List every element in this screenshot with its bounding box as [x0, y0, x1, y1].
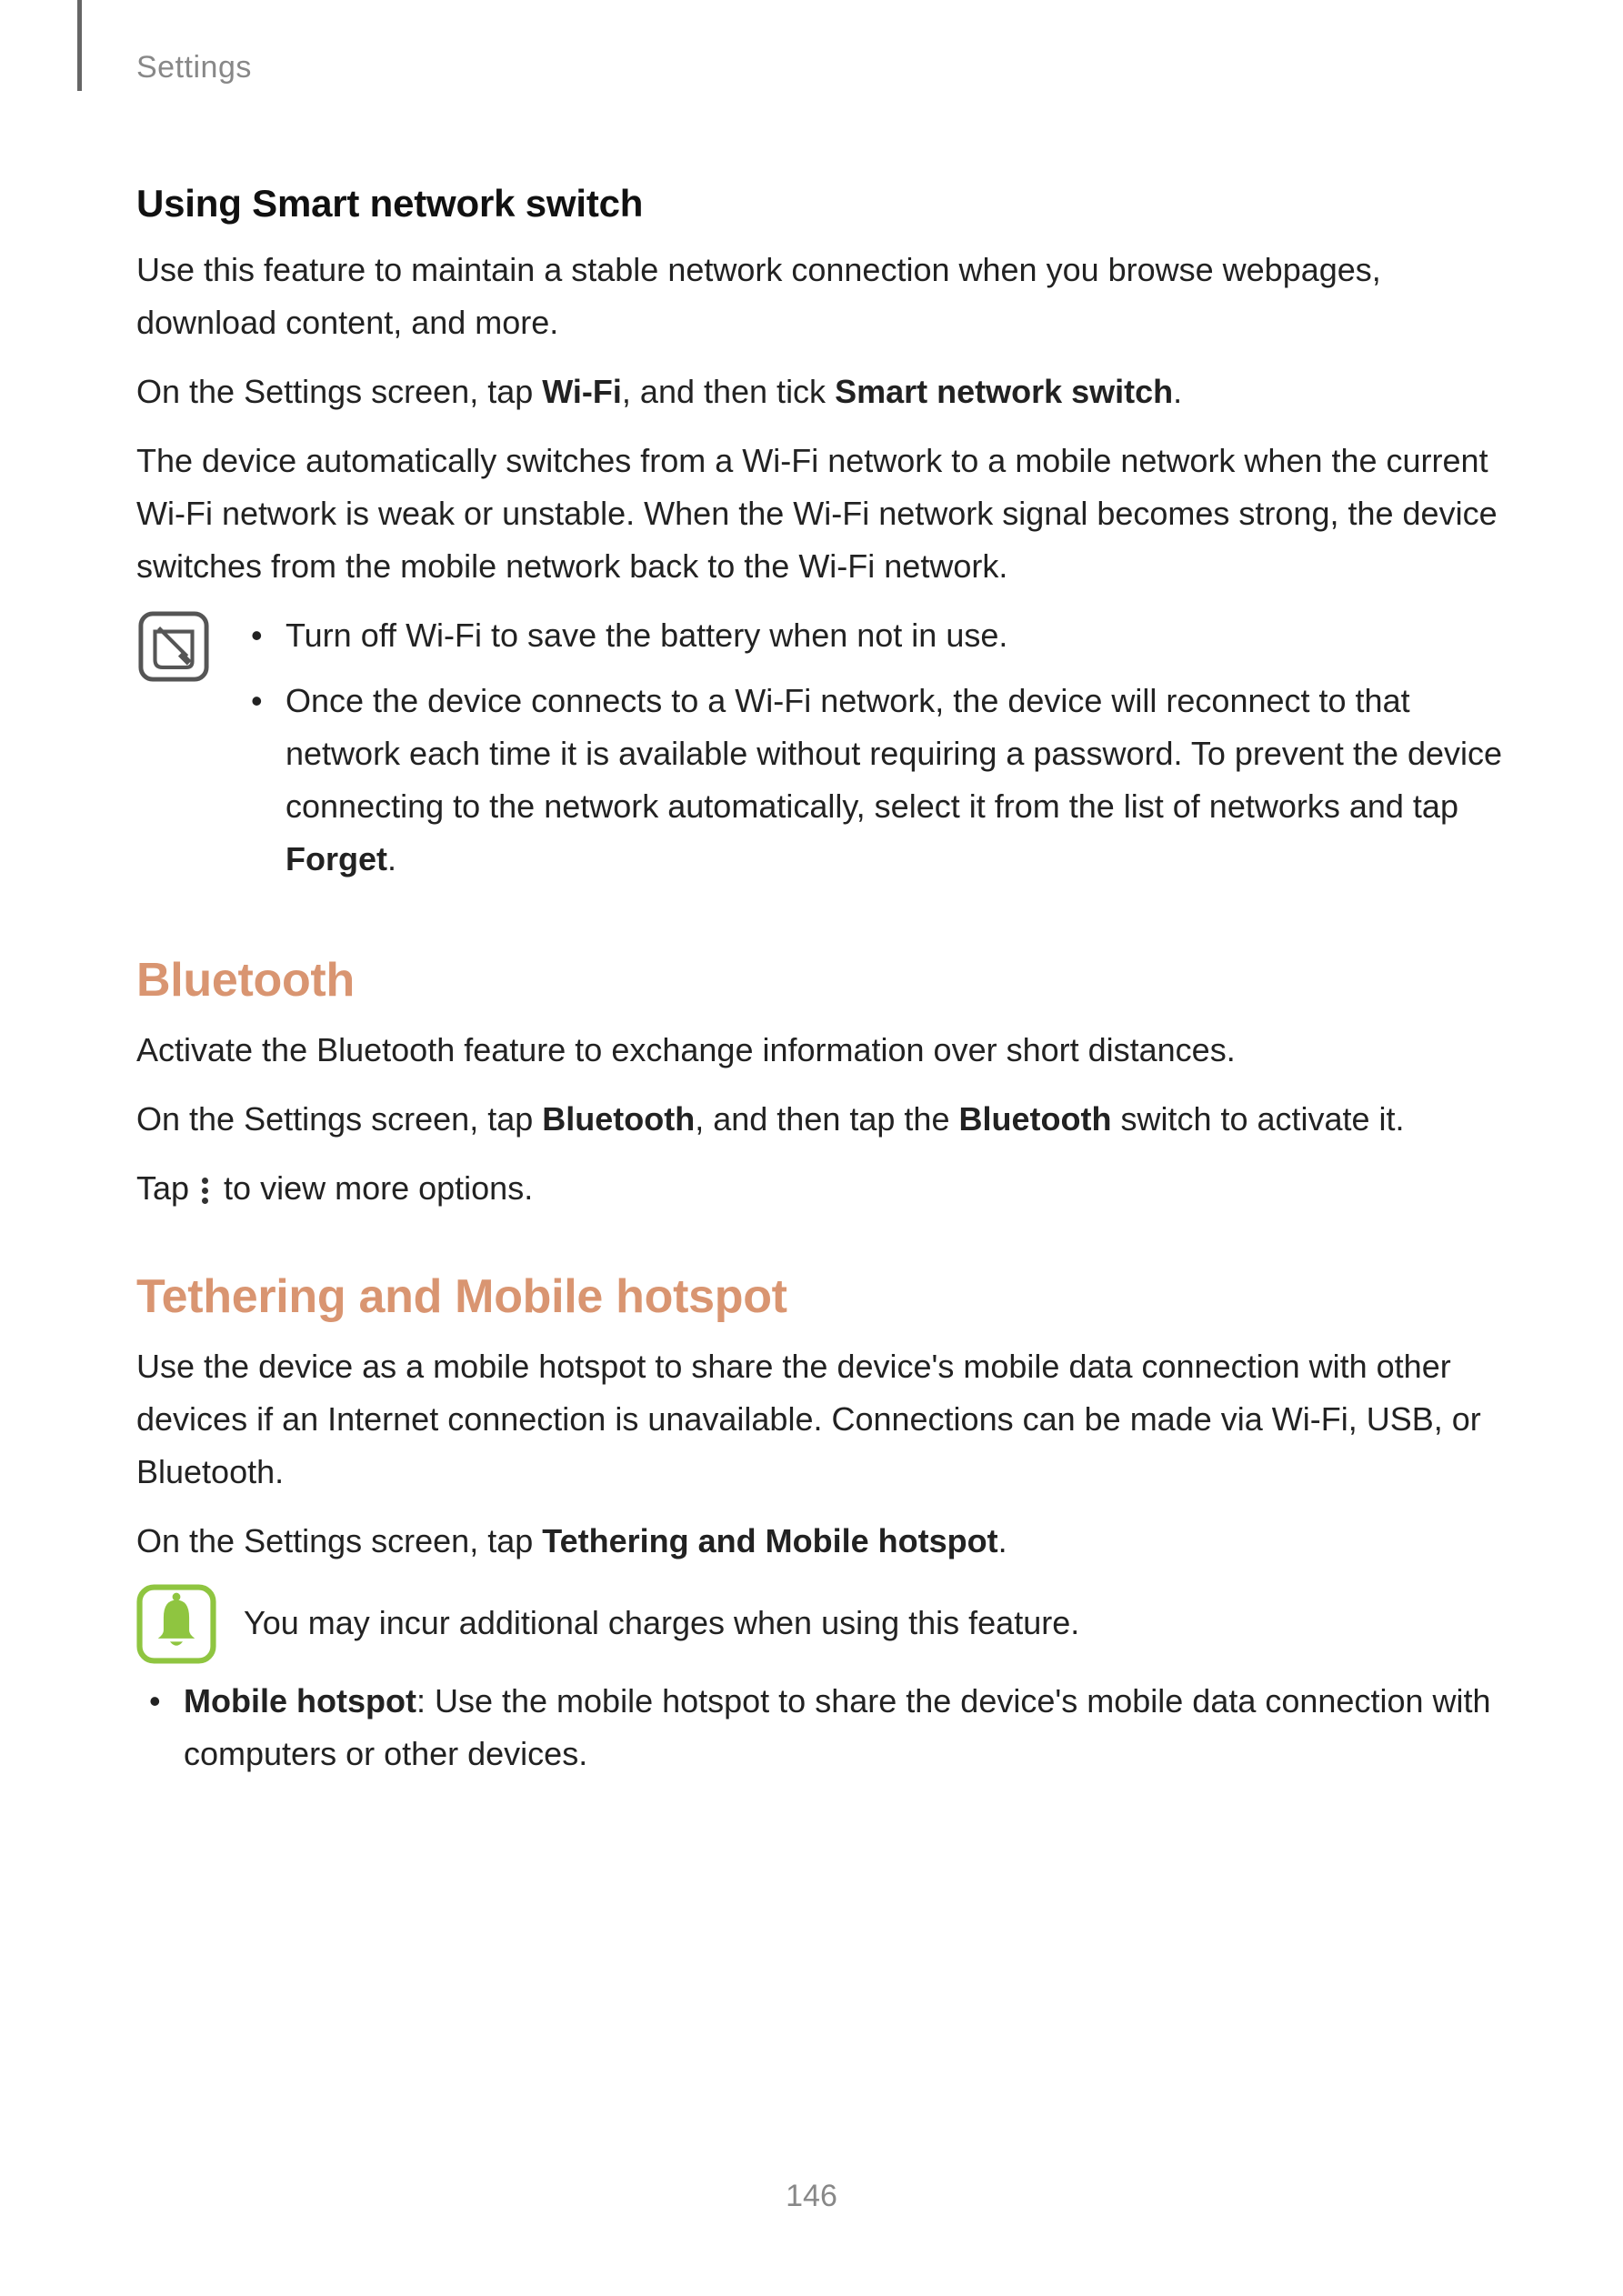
notice-block: You may incur additional charges when us… [136, 1584, 1509, 1666]
smart-switch-label: Smart network switch [835, 373, 1173, 410]
tips-list: Turn off Wi-Fi to save the battery when … [238, 609, 1509, 886]
content-area: Using Smart network switch Use this feat… [136, 182, 1509, 1793]
mobile-hotspot-label: Mobile hotspot [184, 1682, 416, 1719]
tip-item: Turn off Wi-Fi to save the battery when … [238, 609, 1509, 662]
tip-item: Once the device connects to a Wi-Fi netw… [238, 675, 1509, 886]
heading-bluetooth: Bluetooth [136, 953, 1509, 1008]
notice-text: You may incur additional charges when us… [244, 1584, 1509, 1666]
text: , and then tick [622, 373, 835, 410]
smart-network-p2: On the Settings screen, tap Wi-Fi, and t… [136, 366, 1509, 418]
text: On the Settings screen, tap [136, 373, 542, 410]
note-icon [136, 609, 211, 684]
text: . [387, 840, 396, 877]
bluetooth-switch-label: Bluetooth [958, 1100, 1111, 1138]
document-page: Settings Using Smart network switch Use … [0, 0, 1623, 2296]
tethering-p1: Use the device as a mobile hotspot to sh… [136, 1340, 1509, 1499]
text: to view more options. [215, 1169, 533, 1207]
bluetooth-p1: Activate the Bluetooth feature to exchan… [136, 1024, 1509, 1077]
bluetooth-label: Bluetooth [542, 1100, 695, 1138]
tethering-list: Mobile hotspot: Use the mobile hotspot t… [136, 1675, 1509, 1780]
heading-tethering: Tethering and Mobile hotspot [136, 1269, 1509, 1324]
text: Tap [136, 1169, 198, 1207]
text: , and then tap the [695, 1100, 958, 1138]
header-accent-bar [77, 0, 82, 91]
text: Once the device connects to a Wi-Fi netw… [286, 682, 1502, 825]
bluetooth-p2: On the Settings screen, tap Bluetooth, a… [136, 1093, 1509, 1146]
text: . [1173, 373, 1182, 410]
note-text: Turn off Wi-Fi to save the battery when … [238, 609, 1509, 898]
text: . [998, 1522, 1007, 1559]
tethering-label: Tethering and Mobile hotspot [542, 1522, 997, 1559]
subheading-smart-network: Using Smart network switch [136, 182, 1509, 226]
notice-message: You may incur additional charges when us… [244, 1597, 1509, 1649]
smart-network-p3: The device automatically switches from a… [136, 435, 1509, 593]
text: On the Settings screen, tap [136, 1522, 542, 1559]
section-label: Settings [136, 50, 252, 85]
notice-bell-icon [136, 1584, 216, 1664]
tethering-p2: On the Settings screen, tap Tethering an… [136, 1515, 1509, 1568]
text: switch to activate it. [1111, 1100, 1404, 1138]
bluetooth-p3: Tap to view more options. [136, 1162, 1509, 1215]
text: On the Settings screen, tap [136, 1100, 542, 1138]
forget-label: Forget [286, 840, 387, 877]
smart-network-p1: Use this feature to maintain a stable ne… [136, 244, 1509, 349]
more-options-icon [202, 1174, 211, 1208]
wifi-label: Wi-Fi [542, 373, 622, 410]
tethering-item: Mobile hotspot: Use the mobile hotspot t… [136, 1675, 1509, 1780]
page-number: 146 [0, 2179, 1623, 2214]
note-block: Turn off Wi-Fi to save the battery when … [136, 609, 1509, 898]
